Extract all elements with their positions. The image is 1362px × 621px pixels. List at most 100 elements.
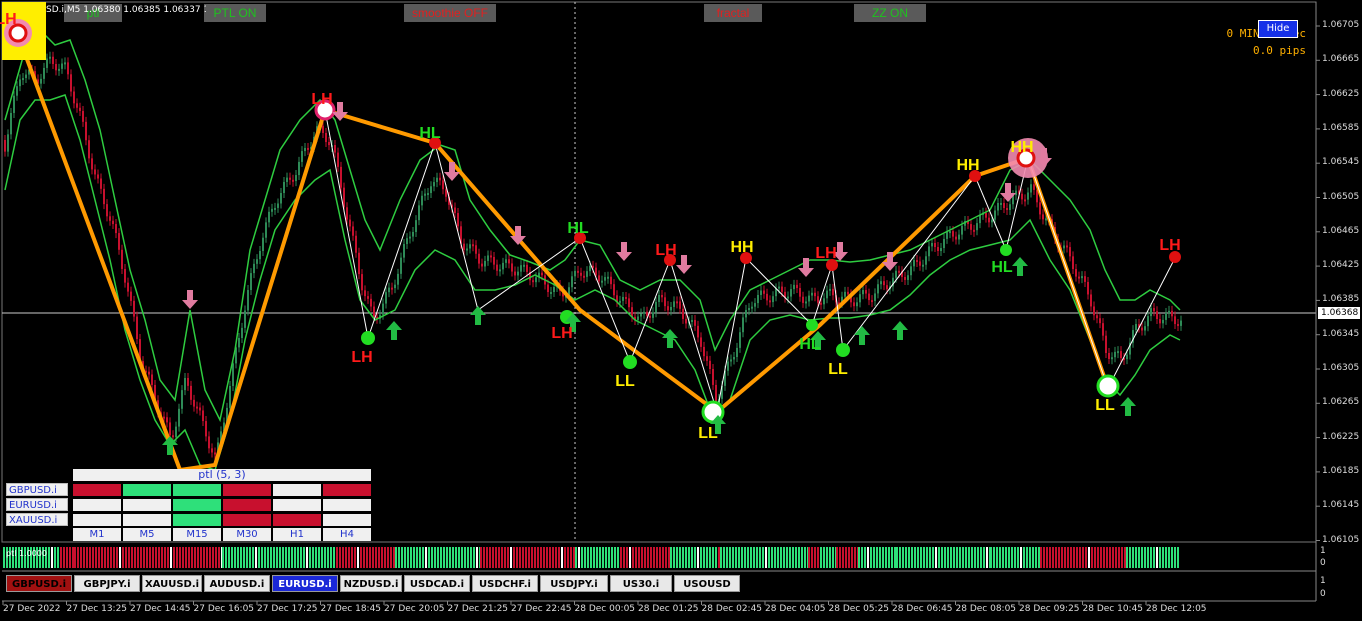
price-tick-label: 1.06185 [1322,465,1360,476]
time-tick-label: 28 Dec 04:05 [765,604,826,614]
time-tick-label: 27 Dec 2022 [3,604,61,614]
price-tick-label: 1.06225 [1322,431,1360,442]
time-tick-label: 27 Dec 14:45 [130,604,191,614]
dashboard-symbol[interactable]: GBPUSD.i [6,483,68,496]
swing-label: LL [615,373,635,390]
dashboard-cell [223,484,271,496]
symbol-button-us30-i[interactable]: US30.i [610,575,672,592]
price-tick-label: 1.06105 [1322,534,1360,545]
swing-label: LL [1095,397,1115,414]
price-tick-label: 1.06505 [1322,191,1360,202]
price-tick-label: 1.06465 [1322,225,1360,236]
dashboard-cell [173,499,221,511]
price-tick-label: 1.06625 [1322,88,1360,99]
timeframe-label[interactable]: M5 [123,528,171,541]
dashboard-cell [273,499,321,511]
dashboard-cell [173,514,221,526]
sub2-axis-top: 1 [1320,576,1326,586]
swing-label: LH [0,11,17,28]
dashboard-cell [323,499,371,511]
symbol-button-nzdusd-i[interactable]: NZDUSD.i [340,575,402,592]
ptl-dashboard: ptl (5, 3) GBPUSD.i EURUSD.i XAUUSD.i M1… [6,469,372,543]
dashboard-cell [223,499,271,511]
time-tick-label: 27 Dec 22:45 [511,604,572,614]
swing-label: LL [698,425,718,442]
price-tick-label: 1.06425 [1322,260,1360,271]
symbol-button-xauusd-i[interactable]: XAUUSD.i [142,575,202,592]
timeframe-label[interactable]: M1 [73,528,121,541]
swing-label: HL [419,125,441,142]
price-tick-label: 1.06385 [1322,294,1360,305]
ptl-histogram [3,547,1179,568]
swing-label: LH [1159,237,1180,254]
price-tick-label: 1.06265 [1322,397,1360,408]
swing-label: HL [991,259,1013,276]
symbol-button-usdjpy-i[interactable]: USDJPY.i [540,575,608,592]
price-tick-label: 1.06145 [1322,500,1360,511]
symbol-button-gbpjpy-i[interactable]: GBPJPY.i [74,575,140,592]
time-tick-label: 28 Dec 00:05 [574,604,636,614]
time-tick-label: 27 Dec 17:25 [257,604,318,614]
dashboard-symbol[interactable]: XAUUSD.i [6,513,68,526]
swing-label: HL [799,336,821,353]
price-tick-label: 1.06305 [1322,363,1360,373]
dashboard-cell [273,514,321,526]
hide-button[interactable]: Hide [1258,20,1298,38]
toggle-smoothie[interactable]: smoothie OFF [404,4,496,22]
dashboard-cell [123,514,171,526]
time-tick-label: 28 Dec 05:25 [828,604,890,614]
swing-label: LH [655,242,676,259]
toggle-zz[interactable]: ZZ ON [854,4,926,22]
swing-label: HL [567,220,589,237]
dashboard-cell [323,514,371,526]
swing-label: LH [551,325,572,342]
time-tick-label: 27 Dec 16:05 [193,604,255,614]
sub2-axis-bottom: 0 [1320,589,1326,599]
price-tick-label: 1.06585 [1322,122,1360,133]
price-tick-label: 1.06545 [1322,157,1360,168]
price-tick-label: 1.06665 [1322,54,1360,65]
dashboard-cell [73,514,121,526]
symbol-button-eurusd-i[interactable]: EURUSD.i [272,575,338,592]
symbol-button-audusd-i[interactable]: AUDUSD.i [204,575,270,592]
swing-label: HH [1010,139,1033,156]
dashboard-cell [73,484,121,496]
dashboard-cell [173,484,221,496]
swing-label: LL [828,361,848,378]
symbol-button-usousd[interactable]: USOUSD [674,575,740,592]
symbol-button-gbpusd-i[interactable]: GBPUSD.i [6,575,72,592]
sub1-axis-top: 1 [1320,546,1326,556]
symbol-button-usdcad-i[interactable]: USDCAD.i [404,575,470,592]
swing-label: LH [815,245,836,262]
dashboard-cell [223,514,271,526]
time-tick-label: 28 Dec 12:05 [1146,604,1207,614]
dashboard-symbol[interactable]: EURUSD.i [6,498,68,511]
time-tick-label: 28 Dec 09:25 [1019,604,1080,614]
time-tick-label: 28 Dec 08:05 [955,604,1017,614]
swing-label: HH [730,239,753,256]
timeframe-label[interactable]: M15 [173,528,221,541]
ptl-title: ptl (5, 3) [73,469,371,481]
swing-label: LH [311,91,332,108]
timeframe-label[interactable]: M30 [223,528,271,541]
time-tick-label: 28 Dec 10:45 [1082,604,1144,614]
spread-pips: 0.0 pips [1253,44,1306,57]
time-tick-label: 27 Dec 13:25 [66,604,128,614]
dashboard-cell [323,484,371,496]
time-tick-label: 28 Dec 01:25 [638,604,699,614]
sub1-axis-bottom: 0 [1320,558,1326,568]
time-tick-label: 27 Dec 18:45 [320,604,382,614]
dashboard-cell [73,499,121,511]
subwindow-label: ptl 1.0000 [6,549,47,558]
timeframe-label[interactable]: H4 [323,528,371,541]
dashboard-cell [123,499,171,511]
toggle-ptl-on[interactable]: PTL ON [204,4,266,22]
time-tick-label: 27 Dec 20:05 [384,604,445,614]
symbol-button-usdchf-i[interactable]: USDCHF.i [472,575,538,592]
toggle-fractal[interactable]: fractal [704,4,762,22]
time-tick-label: 28 Dec 06:45 [892,604,953,614]
price-tick-label: 1.06705 [1322,20,1360,30]
timeframe-label[interactable]: H1 [273,528,321,541]
swing-label: LH [351,349,372,366]
price-tick-label: 1.06345 [1322,328,1360,339]
